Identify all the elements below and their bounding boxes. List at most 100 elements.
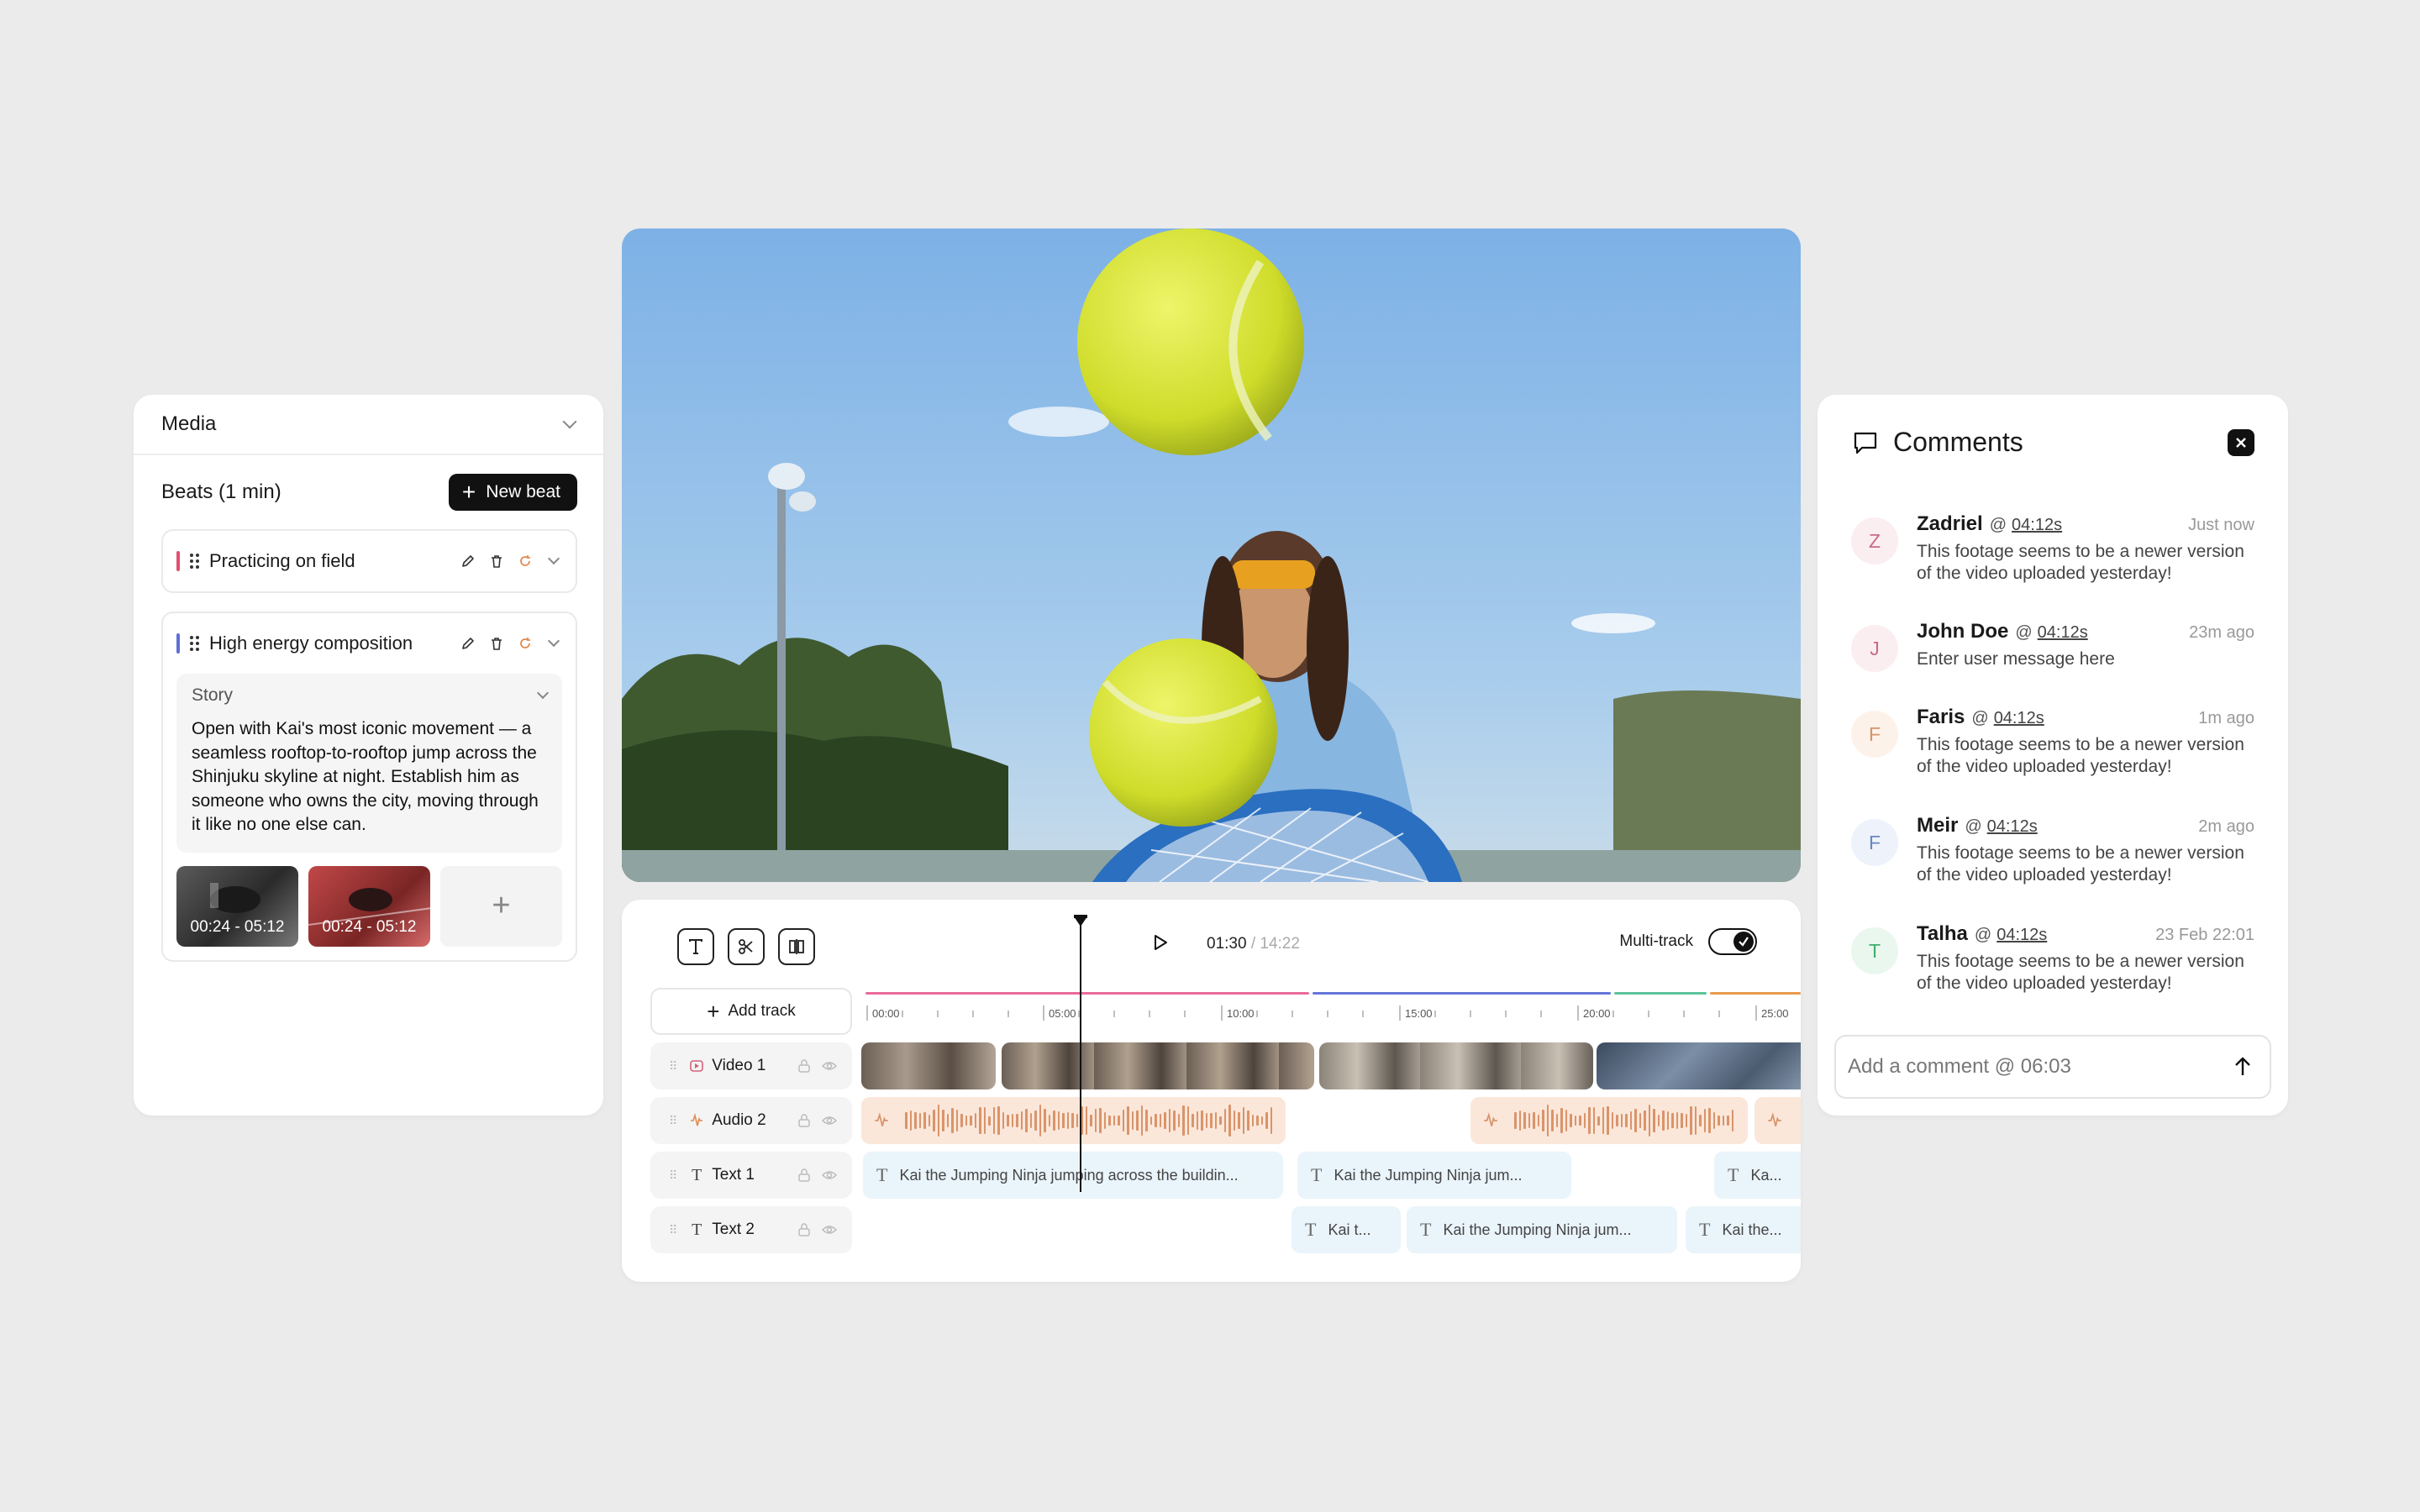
track-header-audio[interactable]: ⠿ Audio 2 — [650, 1097, 852, 1144]
waveform-bar — [960, 1114, 963, 1127]
comment-timestamp-link[interactable]: 04:12s — [1994, 709, 2044, 728]
waveform-bar — [1731, 1109, 1733, 1132]
track-header-text2[interactable]: ⠿ T Text 2 — [650, 1206, 852, 1253]
waveform-bar — [1223, 1108, 1226, 1133]
track-header-video[interactable]: ⠿ Video 1 — [650, 1042, 852, 1089]
waveform-bar — [951, 1107, 954, 1134]
beat-card[interactable]: High energy composition Story Open with … — [161, 612, 577, 962]
eye-icon[interactable] — [822, 1058, 837, 1074]
drag-handle-icon[interactable]: ⠿ — [669, 1168, 677, 1183]
drag-handle-icon[interactable]: ⠿ — [669, 1223, 677, 1237]
waveform-bar — [1690, 1105, 1692, 1136]
chevron-down-icon[interactable] — [545, 552, 562, 570]
lock-icon[interactable] — [797, 1058, 812, 1074]
story-text[interactable]: Open with Kai's most iconic movement — a… — [192, 717, 547, 837]
clip-thumbnail[interactable]: 00:24 - 05:12 — [308, 865, 430, 947]
text-clip[interactable]: T Kai the... — [1686, 1206, 1801, 1253]
refresh-icon[interactable] — [517, 635, 534, 652]
waveform-bar — [1173, 1110, 1176, 1131]
refresh-icon[interactable] — [517, 553, 534, 570]
audio-icon — [1484, 1112, 1497, 1126]
add-track-button[interactable]: + Add track — [650, 988, 852, 1035]
video-clip[interactable] — [1319, 1042, 1593, 1089]
comment-item[interactable]: T Talha @ 04:12s 23 Feb 22:01 This foota… — [1851, 922, 2254, 995]
text-tool-button[interactable] — [677, 928, 714, 965]
comment-timestamp-link[interactable]: 04:12s — [1996, 926, 2047, 945]
waveform-bar — [992, 1107, 995, 1134]
comment-timestamp-link[interactable]: 04:12s — [2012, 516, 2062, 535]
waveform-bar — [1514, 1112, 1517, 1129]
comment-author: Zadriel — [1917, 512, 1983, 535]
video-preview[interactable] — [622, 228, 1801, 882]
comment-item[interactable]: F Faris @ 04:12s 1m ago This footage see… — [1851, 706, 2254, 778]
comment-timestamp-link[interactable]: 04:12s — [2038, 623, 2088, 643]
text-clip[interactable]: T Kai t... — [1292, 1206, 1401, 1253]
eye-icon[interactable] — [822, 1168, 837, 1183]
audio-clip[interactable] — [861, 1097, 1286, 1144]
drag-handle-icon[interactable]: ⠿ — [669, 1114, 677, 1128]
video-clip[interactable] — [1002, 1042, 1314, 1089]
new-beat-button[interactable]: + New beat — [448, 474, 577, 511]
playhead-handle-icon[interactable] — [1072, 915, 1089, 932]
multitrack-label: Multi-track — [1619, 932, 1693, 950]
audio-clip[interactable] — [1754, 1097, 1801, 1144]
audio-clip[interactable] — [1470, 1097, 1748, 1144]
playhead[interactable] — [1080, 915, 1081, 1192]
comment-message: This footage seems to be a newer version… — [1917, 735, 2244, 776]
waveform-bar — [1205, 1112, 1207, 1129]
comment-message: This footage seems to be a newer version… — [1917, 542, 2244, 583]
track-header-text1[interactable]: ⠿ T Text 1 — [650, 1152, 852, 1199]
lock-icon[interactable] — [797, 1222, 812, 1237]
drag-handle-icon[interactable] — [190, 554, 199, 569]
video-clip[interactable] — [1597, 1042, 1801, 1089]
text-clip[interactable]: T Kai the Jumping Ninja jum... — [1297, 1152, 1571, 1199]
text-clip[interactable]: T Kai the Jumping Ninja jum... — [1407, 1206, 1677, 1253]
media-header[interactable]: Media — [134, 395, 603, 455]
beat-card[interactable]: Practicing on field — [161, 529, 577, 593]
waveform-bar — [974, 1113, 976, 1128]
chevron-down-icon[interactable] — [545, 634, 562, 652]
close-button[interactable] — [2228, 428, 2254, 456]
drag-handle-icon[interactable]: ⠿ — [669, 1059, 677, 1074]
eye-icon[interactable] — [822, 1113, 837, 1128]
trim-icon — [789, 939, 804, 954]
comment-item[interactable]: J John Doe @ 04:12s 23m ago Enter user m… — [1851, 620, 2254, 672]
add-clip-button[interactable]: + — [440, 865, 562, 947]
comment-input[interactable]: Add a comment @ 06:03 — [1834, 1035, 2271, 1099]
trash-icon[interactable] — [488, 553, 505, 570]
lock-icon[interactable] — [797, 1113, 812, 1128]
video-clip[interactable] — [861, 1042, 996, 1089]
comment-message: This footage seems to be a newer version… — [1917, 952, 2244, 993]
chevron-down-icon[interactable] — [536, 686, 550, 700]
comment-at: @ — [1974, 926, 1992, 944]
comment-timestamp-link[interactable]: 04:12s — [1987, 817, 2038, 837]
play-button[interactable] — [1151, 933, 1170, 956]
text-clip[interactable]: T Kai the Jumping Ninja jumping across th… — [863, 1152, 1283, 1199]
comment-icon — [1854, 432, 1877, 454]
eye-icon[interactable] — [822, 1222, 837, 1237]
play-icon — [1155, 935, 1167, 950]
trash-icon[interactable] — [488, 635, 505, 652]
lock-icon[interactable] — [797, 1168, 812, 1183]
drag-handle-icon[interactable] — [190, 636, 199, 651]
comment-time: Just now — [2188, 516, 2254, 534]
waveform-bar — [1607, 1105, 1609, 1136]
waveform-bar — [928, 1115, 930, 1126]
edit-icon[interactable] — [460, 553, 476, 570]
text-clip[interactable]: T Ka... — [1714, 1152, 1801, 1199]
comment-item[interactable]: F Meir @ 04:12s 2m ago This footage seem… — [1851, 814, 2254, 886]
comment-author: John Doe — [1917, 620, 2009, 643]
trim-tool-button[interactable] — [778, 928, 815, 965]
comment-item[interactable]: Z Zadriel @ 04:12s Just now This footage… — [1851, 512, 2254, 585]
timeline-ruler[interactable]: 00:00 05:00 10:00 15:00 20:00 25:00 — [865, 992, 1801, 1034]
waveform-bar — [1699, 1115, 1702, 1126]
chevron-down-icon[interactable] — [562, 414, 577, 429]
clip-thumbnail[interactable]: 00:24 - 05:12 — [176, 865, 298, 947]
comment-time: 1m ago — [2198, 709, 2254, 727]
multitrack-toggle[interactable] — [1708, 928, 1757, 955]
waveform-bar — [914, 1112, 917, 1129]
send-arrow-icon[interactable] — [2231, 1055, 2254, 1079]
split-tool-button[interactable] — [728, 928, 765, 965]
ruler-tick-label: 00:00 — [872, 1007, 900, 1020]
edit-icon[interactable] — [460, 635, 476, 652]
